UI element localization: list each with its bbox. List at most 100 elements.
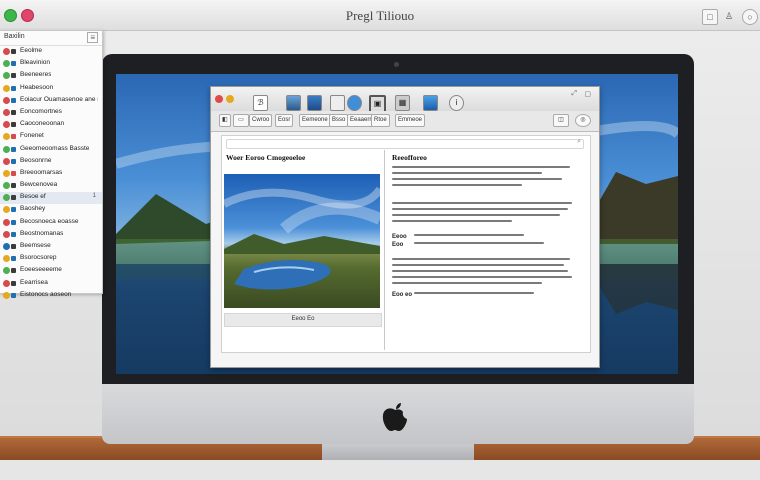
sidebar-toggle-button[interactable]: ◧ — [219, 114, 231, 127]
share-icon[interactable]: □ — [702, 9, 718, 25]
sidebar-item[interactable]: Bewcenovea — [0, 180, 102, 192]
file-type-icon — [11, 97, 16, 103]
sidebar-item-label: Bewcenovea — [20, 181, 58, 189]
file-type-icon — [11, 134, 16, 140]
search-icon: ⌕ — [577, 138, 581, 145]
toolbar-btn-4[interactable]: Bsso — [329, 114, 349, 127]
document-titlebar: ℬ ▣ ▦ i ⤢ ▢ — [211, 87, 599, 113]
status-dot-icon — [3, 96, 10, 104]
sidebar-item[interactable]: Fonenet — [0, 131, 102, 143]
status-dot-icon — [3, 72, 10, 80]
file-type-icon — [11, 109, 16, 115]
format-icon[interactable]: ◫ — [553, 114, 569, 127]
sidebar-item-label: Besoe ef — [20, 193, 46, 201]
media-icon[interactable] — [423, 95, 438, 111]
sidebar-close-icon[interactable]: ≡ — [87, 32, 98, 43]
sidebar-item[interactable]: Bleavinion — [0, 58, 102, 70]
file-type-icon — [11, 292, 16, 298]
image-icon[interactable] — [286, 95, 301, 111]
user-icon[interactable]: ♙ — [722, 9, 736, 23]
gallery-icon[interactable] — [307, 95, 322, 111]
file-type-icon — [11, 280, 16, 286]
sidebar-item[interactable]: Geeomeoomass Basste — [0, 144, 102, 156]
grid-icon[interactable]: ▦ — [395, 95, 410, 111]
status-dot-icon — [3, 230, 10, 238]
status-dot-icon — [3, 243, 10, 250]
document-icon[interactable] — [330, 95, 345, 111]
sidebar-item[interactable]: Eoeeseeeeme — [0, 265, 102, 277]
file-type-icon — [11, 231, 16, 237]
info-icon[interactable]: i — [449, 95, 464, 111]
sidebar-header: Baxilin ≡ — [0, 31, 102, 46]
sidebar-item[interactable]: Beeneeres — [0, 70, 102, 82]
camera-icon — [394, 62, 399, 67]
sidebar-item-label: Beeneeres — [20, 71, 52, 79]
file-type-icon — [11, 122, 16, 128]
sidebar-item[interactable]: Besoe ef 1 — [0, 192, 102, 205]
file-type-icon — [11, 183, 16, 189]
window-title: Pregl Tiliouo — [345, 8, 415, 23]
sidebar-item-label: Baoshey — [20, 205, 46, 213]
window-menu-icon[interactable]: ▢ — [584, 90, 591, 98]
sidebar-item[interactable]: Bsorocsorep — [0, 253, 102, 265]
status-dot-icon — [3, 255, 10, 263]
settings-icon[interactable]: ○ — [742, 9, 758, 25]
sidebar-item[interactable]: Beemsese — [0, 241, 102, 253]
doc-minimize-button[interactable] — [226, 95, 234, 103]
file-type-icon — [11, 85, 16, 91]
toolbar-btn-6[interactable]: Rtoe — [371, 114, 390, 127]
search-field[interactable]: ⌕ — [226, 138, 584, 149]
sidebar-item[interactable]: Beosonrne — [0, 156, 102, 168]
toolbar-btn-3[interactable]: Eemeone — [299, 114, 331, 127]
sidebar-item[interactable]: Breeoomarsas — [0, 168, 102, 180]
file-type-icon — [11, 158, 16, 164]
text-line — [392, 208, 568, 210]
fullscreen-icon[interactable]: ⤢ — [571, 90, 577, 98]
sidebar-item-label: Eoncomortnes — [20, 107, 62, 115]
toolbar-btn-2[interactable]: Eosr — [275, 114, 294, 127]
toolbar-btn-1[interactable]: Cwroo — [249, 114, 273, 127]
doc-close-button[interactable] — [215, 95, 223, 103]
sidebar-item[interactable]: Becosnoeca eoasse — [0, 217, 102, 229]
sidebar-item-label: Geeomeoomass Basste — [20, 144, 90, 152]
file-type-icon — [11, 268, 16, 274]
toolbar-btn-7[interactable]: Emmeoe — [395, 114, 426, 127]
imac-stand — [322, 444, 474, 460]
text-line — [392, 214, 560, 216]
sidebar-item-label: Beosonrne — [20, 156, 52, 164]
sidebar-header-label: Baxilin — [4, 33, 25, 40]
article-title: Woer Eoroo Cmogeoeloe — [226, 153, 306, 162]
sidebar-item[interactable]: Beostnomanas — [0, 229, 102, 241]
file-type-icon — [11, 207, 16, 213]
file-type-icon — [11, 61, 16, 67]
status-dot-icon — [3, 267, 10, 275]
sidebar-item[interactable]: Eistonocs aoseon — [0, 290, 102, 302]
script-icon[interactable]: ℬ — [253, 95, 268, 111]
sidebar-item[interactable]: Eearrisea — [0, 278, 102, 290]
status-dot-icon — [3, 145, 10, 153]
file-type-icon — [11, 256, 16, 262]
left-column: Woer Eoroo Cmogeoeloe Eeoo Eo — [224, 150, 382, 340]
sidebar-item[interactable]: Caoconeoonan — [0, 119, 102, 131]
sidebar-item[interactable]: Eoncomortnes — [0, 107, 102, 119]
file-type-icon — [11, 73, 16, 79]
text-line — [392, 270, 568, 272]
view-icon[interactable]: ▭ — [233, 114, 249, 127]
sidebar-item[interactable]: Eeolme — [0, 46, 102, 58]
text-line — [392, 264, 564, 266]
text-line — [392, 276, 572, 278]
sidebar-item-label: Caoconeoonan — [20, 120, 65, 128]
status-dot-icon — [3, 60, 10, 68]
landscape-photo[interactable] — [224, 174, 380, 308]
text-line — [392, 202, 572, 204]
status-dot-icon — [3, 194, 10, 202]
sidebar-item-label: Bleavinion — [20, 59, 50, 67]
share-round-icon[interactable]: ◎ — [575, 114, 591, 127]
globe-icon[interactable] — [347, 95, 362, 111]
sidebar-item[interactable]: Baoshey — [0, 204, 102, 216]
sidebar-item[interactable]: Eoiacur Ouamasenoe ane meacose — [0, 95, 102, 107]
text-line — [414, 292, 534, 294]
sidebar-item[interactable]: Heabesoon — [0, 83, 102, 95]
footer-label: Eoo eo — [392, 292, 413, 298]
document-page[interactable]: ⌕ Woer Eoroo Cmogeoeloe Eeoo Eo Reeoffor… — [221, 135, 591, 353]
